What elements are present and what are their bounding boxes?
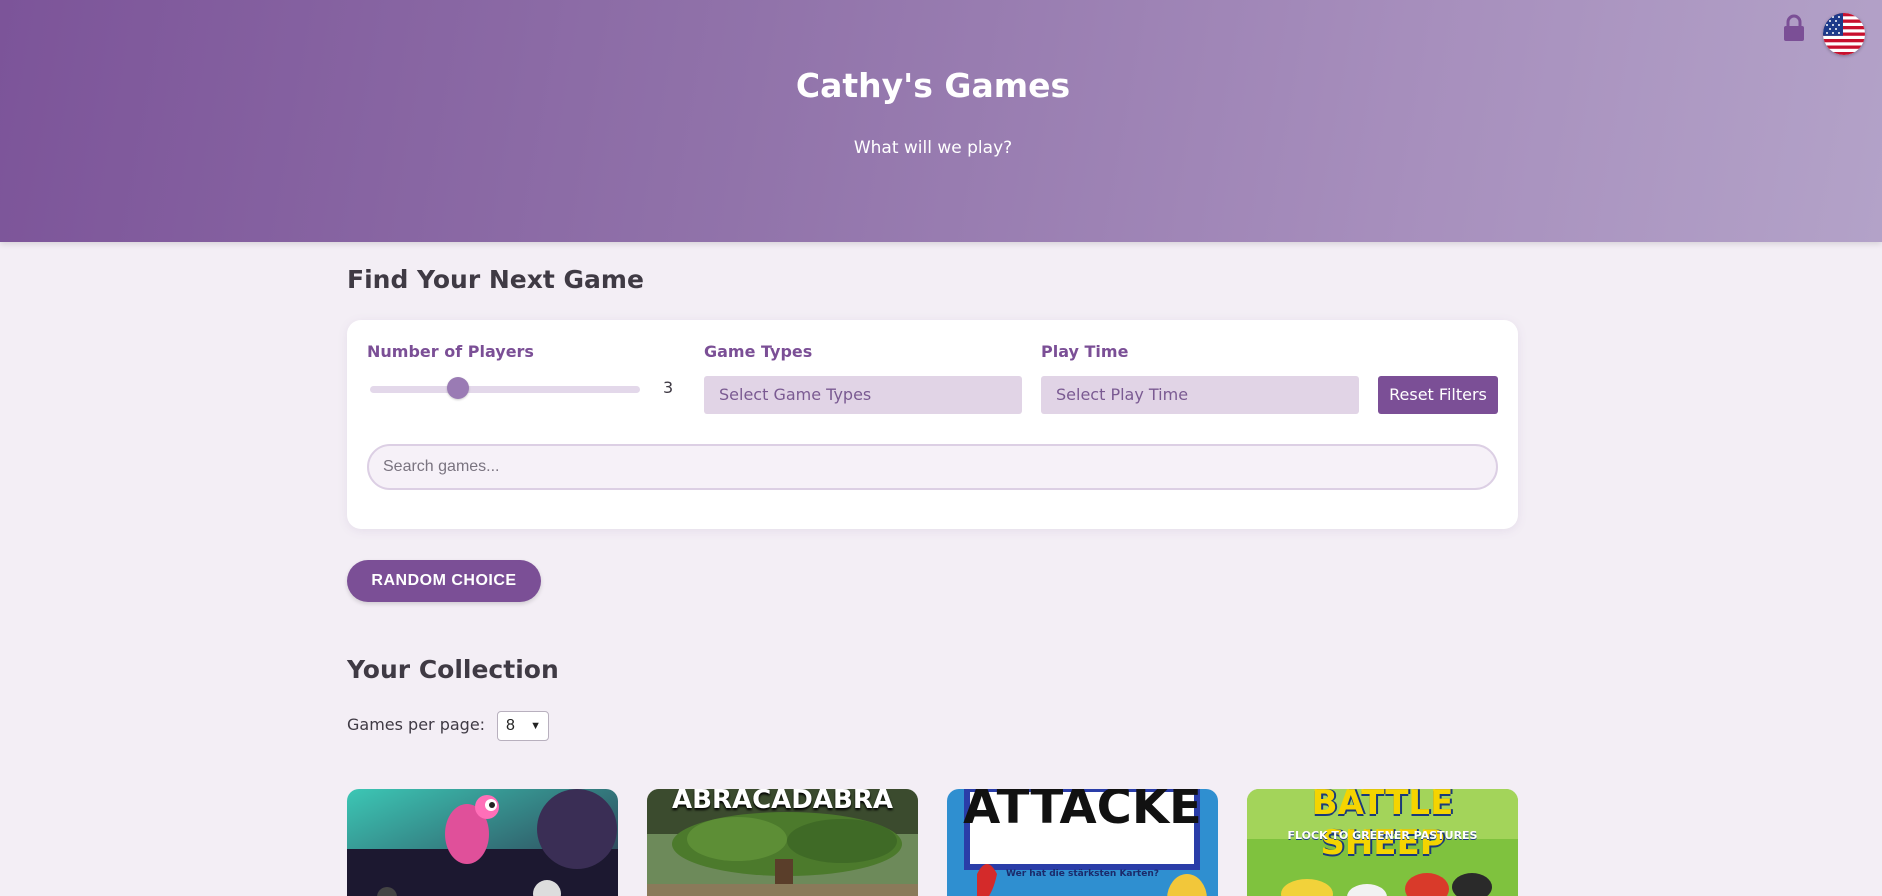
game-card[interactable]: BATTLE SHEEP FLOCK TO GREENER PASTURES bbox=[1247, 789, 1518, 896]
per-page-label: Games per page: bbox=[347, 715, 486, 734]
find-game-heading: Find Your Next Game bbox=[347, 265, 644, 294]
site-subtitle: What will we play? bbox=[853, 138, 1013, 158]
players-value: 3 bbox=[663, 378, 674, 397]
per-page-value: 8 bbox=[506, 717, 515, 734]
collection-heading: Your Collection bbox=[347, 655, 559, 684]
game-card[interactable]: ABRACADABRA bbox=[647, 789, 918, 896]
hero-header: Cathy's Games What will we play? bbox=[0, 0, 1882, 242]
play-time-label: Play Time bbox=[1041, 342, 1129, 361]
chevron-down-icon: ▼ bbox=[530, 720, 541, 732]
players-slider-thumb[interactable] bbox=[447, 377, 470, 399]
card-art-subtitle: FLOCK TO GREENER PASTURES bbox=[1287, 829, 1478, 842]
per-page-select[interactable]: 8 ▼ bbox=[497, 711, 549, 741]
card-art-title: ATTACKE bbox=[963, 789, 1202, 835]
random-choice-button[interactable]: RANDOM CHOICE bbox=[347, 560, 541, 602]
search-input[interactable] bbox=[367, 444, 1498, 490]
us-flag-icon[interactable] bbox=[1823, 13, 1865, 55]
card-art-subtitle: Wer hat die stärksten Karten? bbox=[1006, 869, 1159, 879]
lock-icon[interactable] bbox=[1782, 14, 1806, 42]
players-slider-track[interactable] bbox=[370, 386, 640, 393]
players-label: Number of Players bbox=[367, 342, 534, 361]
play-time-select[interactable]: Select Play Time bbox=[1041, 376, 1359, 414]
game-types-label: Game Types bbox=[704, 342, 813, 361]
card-art-title: ABRACADABRA bbox=[672, 789, 893, 815]
game-card[interactable] bbox=[347, 789, 618, 896]
reset-filters-button[interactable]: Reset Filters bbox=[1378, 376, 1498, 414]
site-title: Cathy's Games bbox=[795, 66, 1071, 105]
game-cover-image bbox=[347, 789, 618, 896]
card-art-title: BATTLE SHEEP bbox=[1311, 789, 1454, 863]
game-types-select[interactable]: Select Game Types bbox=[704, 376, 1022, 414]
game-card[interactable]: ATTACKE Wer hat die stärksten Karten? bbox=[947, 789, 1218, 896]
filter-panel: Number of Players 3 Game Types Select Ga… bbox=[347, 320, 1518, 529]
